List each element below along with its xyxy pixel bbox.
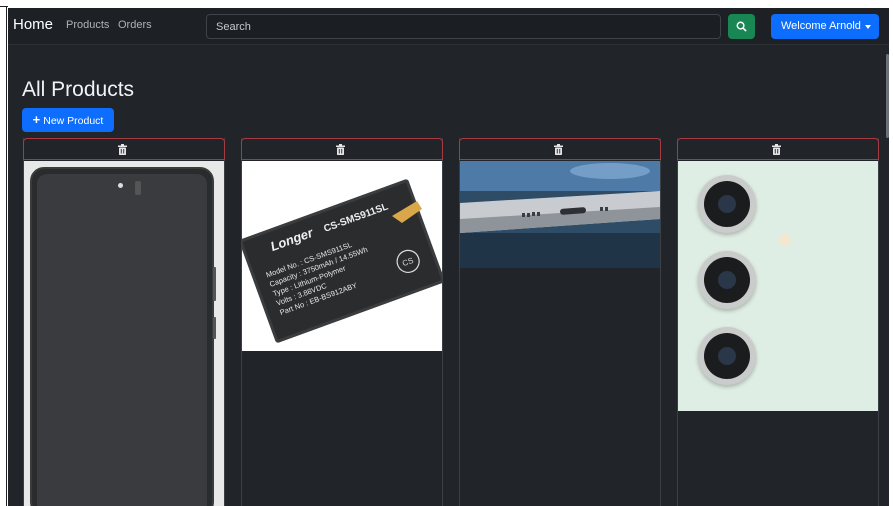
- nav-link-orders[interactable]: Orders: [118, 19, 152, 31]
- trash-icon[interactable]: [336, 144, 345, 155]
- product-card[interactable]: [459, 138, 661, 506]
- phone-body: [30, 167, 216, 506]
- trash-icon[interactable]: [772, 144, 781, 155]
- usb-port-picture: [460, 161, 660, 268]
- usb-port-image[interactable]: [460, 161, 660, 268]
- product-card[interactable]: Longer CS-SMS911SL Model No. : CS-SMS911…: [241, 138, 443, 506]
- front-camera: [118, 183, 123, 188]
- plus-icon: +: [32, 112, 41, 127]
- rear-camera-image[interactable]: [678, 161, 878, 411]
- card-header: [459, 138, 661, 160]
- phone-front-image[interactable]: [24, 161, 224, 506]
- trash-icon[interactable]: [554, 144, 563, 155]
- card-header: [677, 138, 879, 160]
- battery-picture: Longer CS-SMS911SL Model No. : CS-SMS911…: [242, 179, 442, 343]
- app-root: Home Products Orders Welcome Arnold All …: [8, 8, 889, 506]
- brand-home-link[interactable]: Home: [13, 16, 53, 33]
- phone-screen: [37, 174, 207, 506]
- new-product-label: New Product: [43, 115, 104, 127]
- page-title: All Products: [22, 78, 135, 101]
- camera-flash: [779, 234, 791, 246]
- card-header: [23, 138, 225, 160]
- nav-link-products[interactable]: Products: [66, 19, 109, 31]
- side-button: [213, 267, 216, 301]
- card-header: [241, 138, 443, 160]
- sensor: [135, 181, 141, 195]
- new-product-button[interactable]: + New Product: [22, 108, 114, 132]
- search-button[interactable]: [728, 14, 755, 39]
- scrollbar-thumb[interactable]: [886, 54, 889, 138]
- product-card[interactable]: [677, 138, 879, 506]
- navbar: Home Products Orders Welcome Arnold: [8, 8, 889, 45]
- camera-lens: [698, 175, 756, 233]
- battery-image[interactable]: Longer CS-SMS911SL Model No. : CS-SMS911…: [242, 161, 442, 351]
- product-card[interactable]: [23, 138, 225, 506]
- camera-lens: [698, 251, 756, 309]
- trash-icon[interactable]: [118, 144, 127, 155]
- search-icon: [736, 21, 747, 32]
- window-frame-left: [6, 6, 7, 506]
- side-button: [213, 317, 216, 339]
- caret-down-icon: [865, 25, 871, 29]
- search-input[interactable]: [206, 14, 721, 39]
- user-menu-dropdown[interactable]: Welcome Arnold: [771, 14, 879, 39]
- user-menu-label: Welcome Arnold: [781, 20, 861, 32]
- camera-lens: [698, 327, 756, 385]
